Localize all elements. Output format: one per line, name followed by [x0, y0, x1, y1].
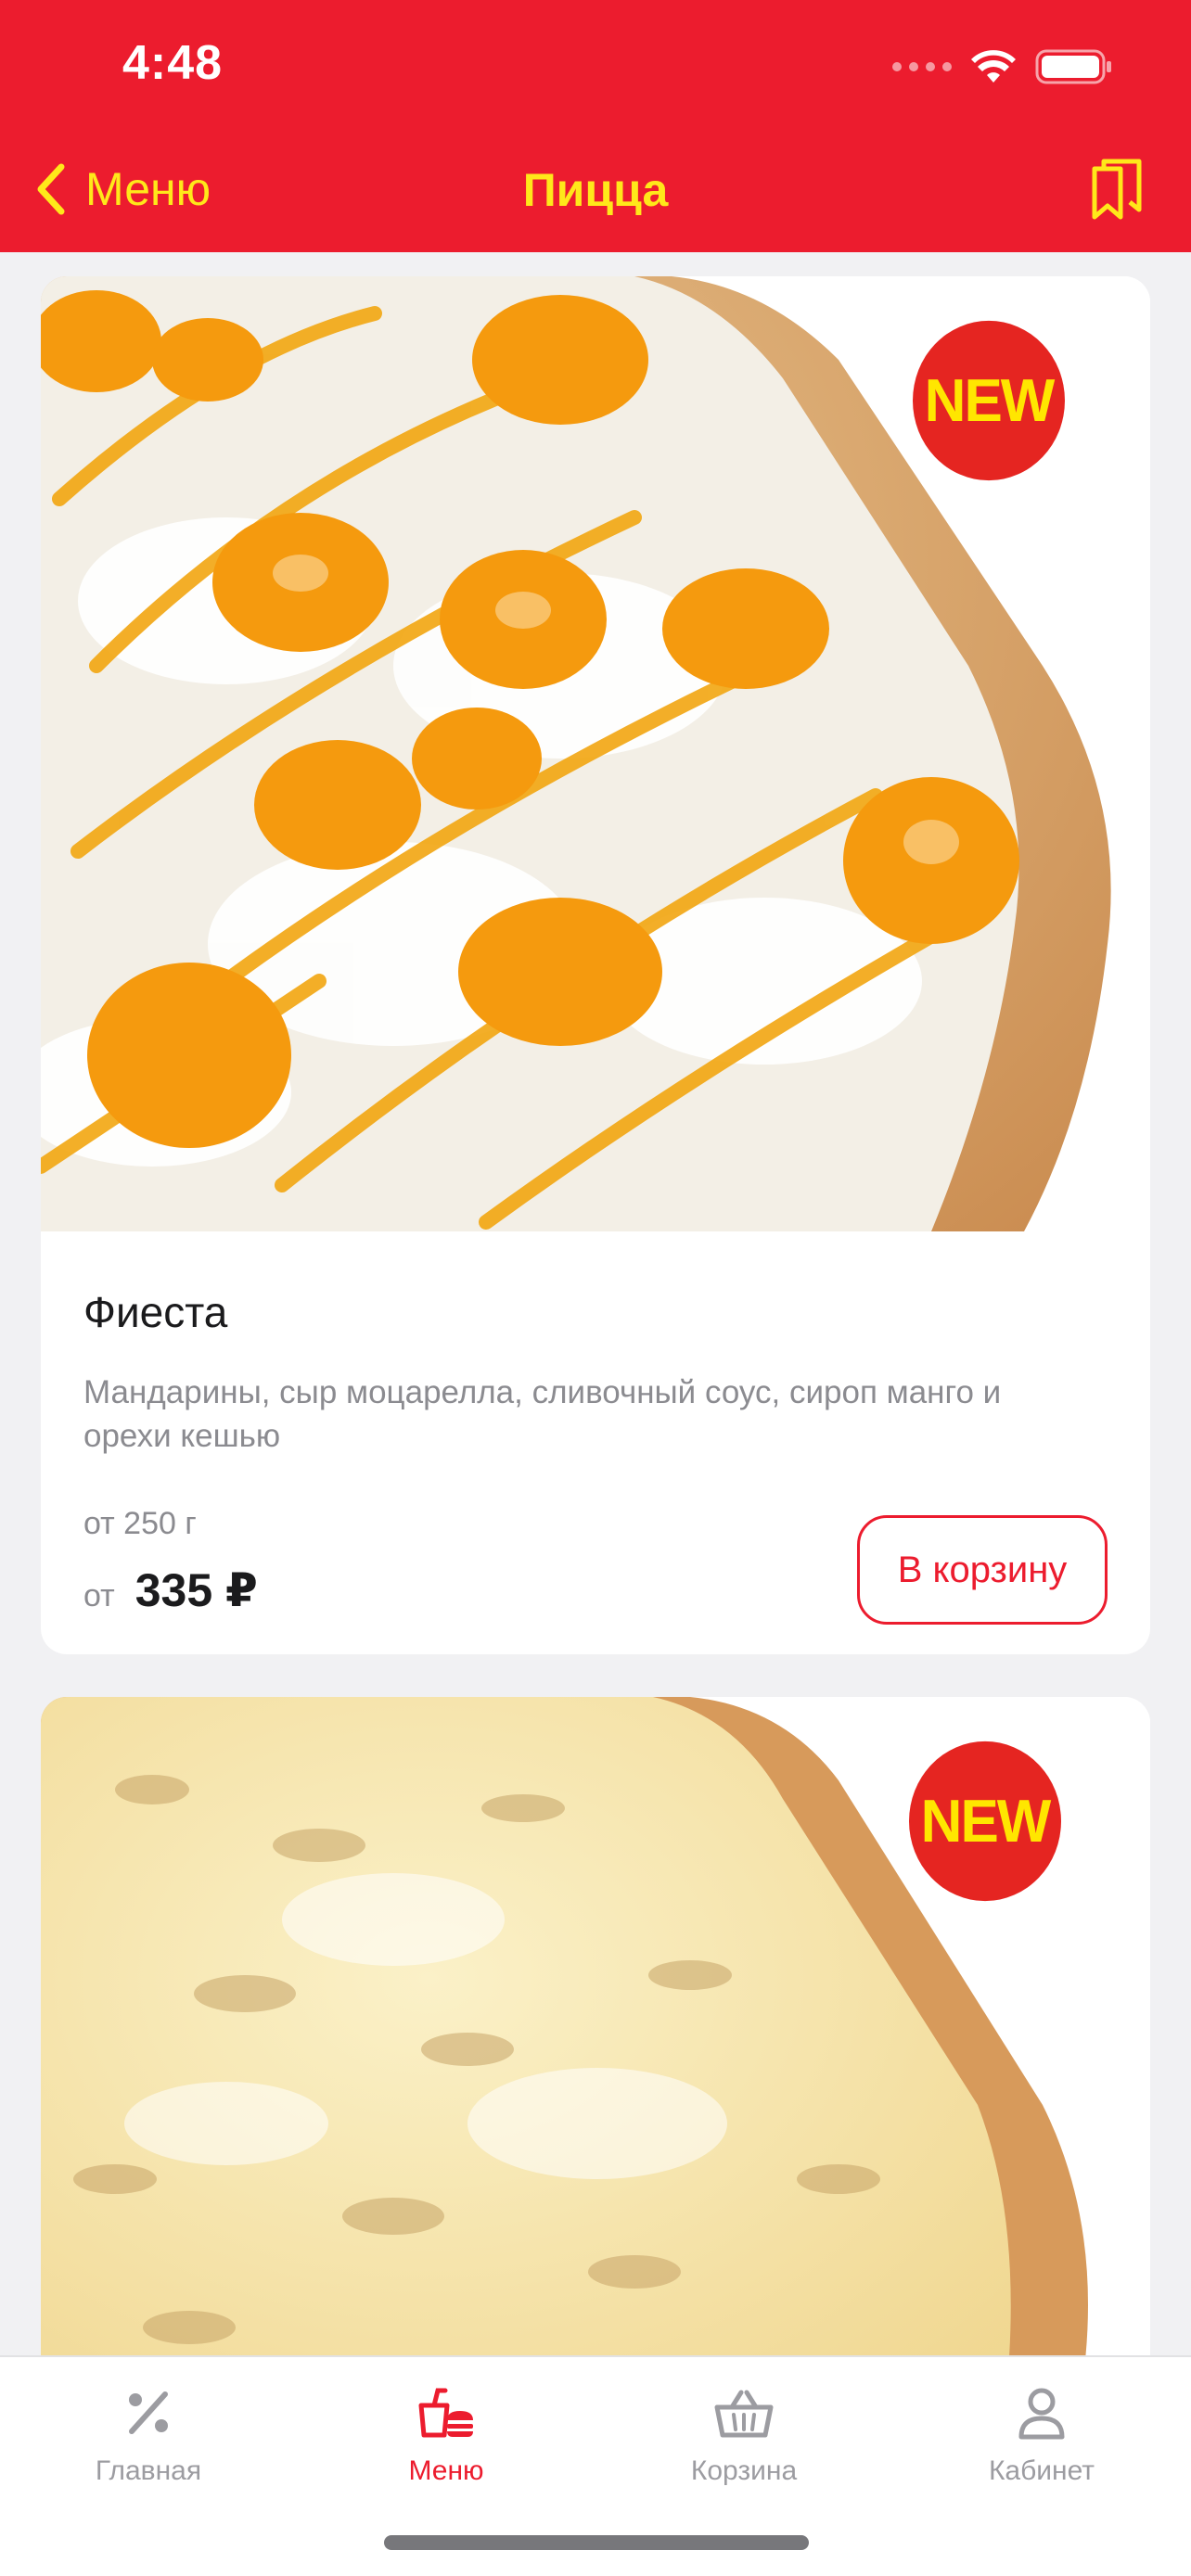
product-list[interactable]: NEW Фиеста Мандарины, сыр моцарелла, сли…	[0, 252, 1191, 2355]
battery-icon	[1035, 49, 1111, 84]
price-prefix: от	[83, 1578, 115, 1613]
tab-menu-label: Меню	[408, 2455, 484, 2486]
page-title: Пицца	[522, 164, 669, 216]
tab-account-label: Кабинет	[988, 2455, 1095, 2486]
status-icons	[892, 48, 1113, 85]
home-indicator	[384, 2535, 809, 2550]
app-header: 4:48 Меню Пицца	[0, 0, 1191, 252]
product-name: Фиеста	[83, 1288, 228, 1336]
product-photo[interactable]: NEW	[41, 1697, 1150, 2355]
tab-home-label: Главная	[95, 2455, 202, 2486]
add-to-cart-button[interactable]: В корзину	[857, 1515, 1108, 1625]
user-icon	[1018, 2388, 1065, 2440]
bookmarks-icon	[1092, 159, 1142, 220]
tab-bar: Главная Меню Корзина Кабинет	[0, 2355, 1191, 2576]
tab-cart[interactable]: Корзина	[623, 2385, 864, 2487]
food-menu-icon	[418, 2388, 473, 2438]
product-price: 335 ₽	[134, 1564, 258, 1616]
status-time: 4:48	[122, 36, 224, 90]
tab-home[interactable]: Главная	[28, 2385, 269, 2487]
product-card[interactable]: NEW Фиеста Мандарины, сыр моцарелла, сли…	[41, 276, 1150, 1654]
tab-account[interactable]: Кабинет	[921, 2385, 1162, 2487]
tab-menu[interactable]: Меню	[326, 2385, 567, 2487]
new-badge: NEW	[913, 320, 1065, 481]
basket-icon	[714, 2390, 774, 2438]
price-row: от 335 ₽	[83, 1563, 258, 1617]
new-badge: NEW	[909, 1741, 1061, 1902]
bookmarks-button[interactable]	[1087, 156, 1146, 227]
product-description: Мандарины, сыр моцарелла, сливочный соус…	[83, 1374, 1002, 1454]
tab-cart-label: Корзина	[690, 2455, 798, 2486]
product-photo[interactable]: NEW	[41, 276, 1150, 1231]
percent-icon	[129, 2391, 168, 2434]
navigation-bar: Меню Пицца	[0, 148, 1191, 232]
product-weight: от 250 г	[83, 1506, 197, 1541]
cellular-signal-icon	[892, 62, 952, 71]
wifi-icon	[971, 50, 1016, 83]
product-card[interactable]: NEW	[41, 1697, 1150, 2355]
